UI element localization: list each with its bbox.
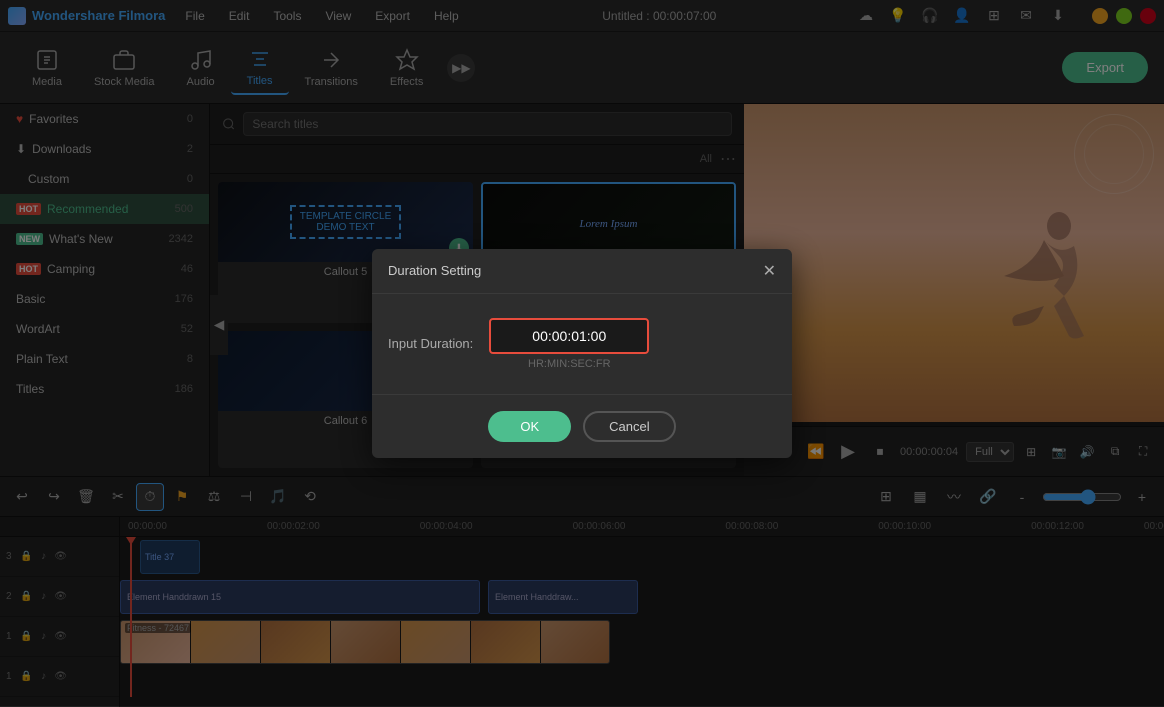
dialog-close-button[interactable]: ✕ (763, 261, 776, 281)
dialog-label: Input Duration: (388, 336, 473, 351)
dialog-input-group: HR:MIN:SEC:FR (489, 318, 649, 370)
dialog-overlay: Duration Setting ✕ Input Duration: HR:MI… (0, 0, 1164, 706)
duration-dialog: Duration Setting ✕ Input Duration: HR:MI… (372, 249, 792, 458)
dialog-header: Duration Setting ✕ (372, 249, 792, 294)
cancel-button[interactable]: Cancel (583, 411, 675, 442)
dialog-body: Input Duration: HR:MIN:SEC:FR (372, 294, 792, 394)
ok-button[interactable]: OK (488, 411, 571, 442)
dialog-hint: HR:MIN:SEC:FR (489, 358, 649, 370)
duration-input[interactable] (489, 318, 649, 354)
dialog-title: Duration Setting (388, 263, 481, 278)
dialog-footer: OK Cancel (372, 394, 792, 458)
